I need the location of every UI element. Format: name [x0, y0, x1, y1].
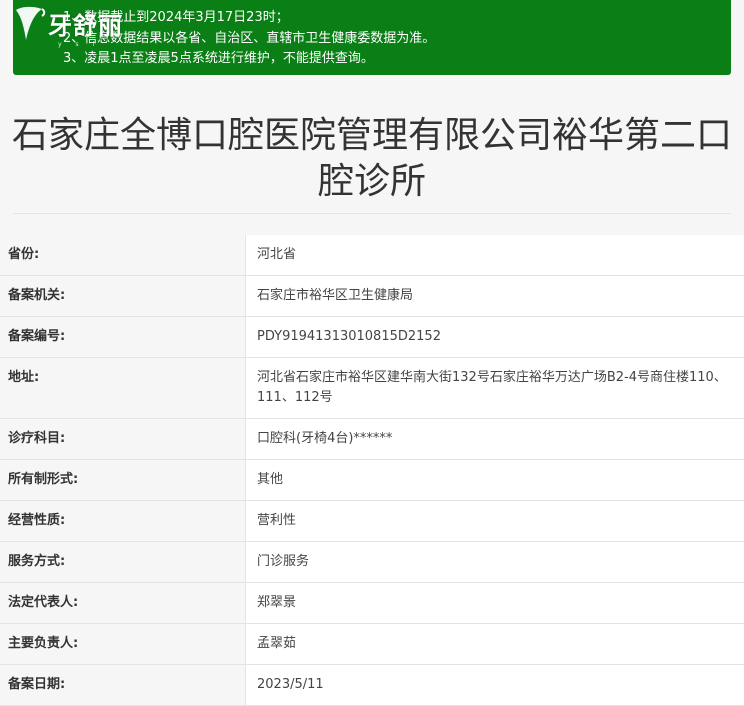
notice-line-3: 3、凌晨1点至凌晨5点系统进行维护，不能提供查询。	[63, 51, 374, 66]
detail-label: 诊疗科目:	[0, 419, 246, 459]
detail-row-record-number: 备案编号: PDY91941313010815D2152	[0, 317, 744, 358]
detail-label: 备案机关:	[0, 276, 246, 316]
details-table: 省份: 河北省 备案机关: 石家庄市裕华区卫生健康局 备案编号: PDY9194…	[0, 235, 744, 706]
detail-row-address: 地址: 河北省石家庄市裕华区建华南大街132号石家庄裕华万达广场B2-4号商住楼…	[0, 358, 744, 419]
notice-line-1: 1、数据截止到2024年3月17日23时；	[63, 10, 289, 25]
detail-row-ownership: 所有制形式: 其他	[0, 460, 744, 501]
detail-row-business-nature: 经营性质: 营利性	[0, 501, 744, 542]
detail-row-principal: 主要负责人: 孟翠茹	[0, 624, 744, 665]
notice-banner: 1、数据截止到2024年3月17日23时； 2、信息数据结果以各省、自治区、直辖…	[13, 0, 731, 75]
detail-row-authority: 备案机关: 石家庄市裕华区卫生健康局	[0, 276, 744, 317]
detail-value: 孟翠茹	[246, 624, 744, 664]
detail-label: 主要负责人:	[0, 624, 246, 664]
detail-value: 河北省石家庄市裕华区建华南大街132号石家庄裕华万达广场B2-4号商住楼110、…	[246, 358, 744, 418]
detail-value: 口腔科(牙椅4台)******	[246, 419, 744, 459]
detail-row-service-mode: 服务方式: 门诊服务	[0, 542, 744, 583]
detail-value: 营利性	[246, 501, 744, 541]
detail-label: 经营性质:	[0, 501, 246, 541]
title-divider	[13, 213, 731, 214]
notice-line-2: 2、信息数据结果以各省、自治区、直辖市卫生健康委数据为准。	[63, 31, 436, 46]
detail-row-record-date: 备案日期: 2023/5/11	[0, 665, 744, 706]
detail-row-departments: 诊疗科目: 口腔科(牙椅4台)******	[0, 419, 744, 460]
detail-value: 石家庄市裕华区卫生健康局	[246, 276, 744, 316]
detail-label: 服务方式:	[0, 542, 246, 582]
detail-value: 郑翠景	[246, 583, 744, 623]
detail-label: 省份:	[0, 235, 246, 275]
detail-value: 河北省	[246, 235, 744, 275]
detail-value: 2023/5/11	[246, 665, 744, 705]
detail-row-legal-rep: 法定代表人: 郑翠景	[0, 583, 744, 624]
detail-value: PDY91941313010815D2152	[246, 317, 744, 357]
detail-label: 地址:	[0, 358, 246, 418]
detail-label: 备案日期:	[0, 665, 246, 705]
detail-label: 法定代表人:	[0, 583, 246, 623]
detail-label: 所有制形式:	[0, 460, 246, 500]
detail-value: 门诊服务	[246, 542, 744, 582]
detail-row-province: 省份: 河北省	[0, 235, 744, 276]
detail-value: 其他	[246, 460, 744, 500]
detail-label: 备案编号:	[0, 317, 246, 357]
page-title: 石家庄全博口腔医院管理有限公司裕华第二口腔诊所	[11, 115, 732, 202]
